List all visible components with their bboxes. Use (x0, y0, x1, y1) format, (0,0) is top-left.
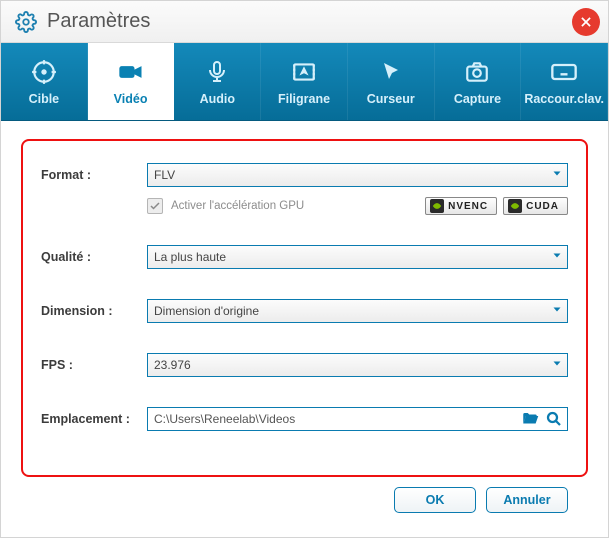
keyboard-icon (550, 58, 578, 86)
tab-target[interactable]: Cible (1, 43, 88, 120)
microphone-icon (205, 58, 229, 86)
titlebar: Paramètres (1, 1, 608, 43)
fps-value: 23.976 (154, 358, 191, 372)
quality-select[interactable]: La plus haute (147, 245, 568, 269)
cursor-icon (379, 58, 403, 86)
camera-icon (464, 58, 490, 86)
video-icon (117, 58, 145, 86)
dimension-value: Dimension d'origine (154, 304, 259, 318)
target-icon (31, 58, 57, 86)
window-title: Paramètres (47, 10, 150, 33)
format-value: FLV (154, 168, 175, 182)
gear-icon (15, 11, 37, 33)
video-settings-group: Format : FLV Activer l'accélération GPU (21, 139, 588, 477)
fps-select[interactable]: 23.976 (147, 353, 568, 377)
tab-video[interactable]: Vidéo (88, 43, 175, 120)
location-path[interactable]: C:\Users\Reneelab\Videos (147, 407, 568, 431)
tab-watermark[interactable]: Filigrane (261, 43, 348, 120)
fps-label: FPS : (41, 358, 141, 372)
quality-label: Qualité : (41, 250, 141, 264)
quality-value: La plus haute (154, 250, 226, 264)
gpu-checkbox[interactable] (147, 198, 163, 214)
watermark-icon (291, 58, 317, 86)
chevron-down-icon (551, 168, 563, 183)
search-icon[interactable] (545, 410, 563, 428)
dimension-label: Dimension : (41, 304, 141, 318)
dialog-footer: OK Annuler (21, 477, 588, 527)
location-label: Emplacement : (41, 412, 141, 426)
open-folder-icon[interactable] (521, 410, 539, 428)
dimension-select[interactable]: Dimension d'origine (147, 299, 568, 323)
nvidia-eye-icon (508, 199, 522, 213)
cuda-badge: CUDA (503, 197, 568, 215)
tab-capture[interactable]: Capture (435, 43, 522, 120)
gpu-label: Activer l'accélération GPU (171, 200, 304, 212)
chevron-down-icon (551, 250, 563, 265)
nvenc-badge: NVENC (425, 197, 497, 215)
tab-strip: Cible Vidéo Audio Filigrane Curseur (1, 43, 608, 121)
chevron-down-icon (551, 358, 563, 373)
settings-window: Paramètres Cible Vidéo Audio (0, 0, 609, 538)
location-value: C:\Users\Reneelab\Videos (154, 412, 295, 426)
tab-cursor[interactable]: Curseur (348, 43, 435, 120)
close-button[interactable] (572, 8, 600, 36)
nvidia-eye-icon (430, 199, 444, 213)
main-panel: Format : FLV Activer l'accélération GPU (1, 121, 608, 537)
ok-button[interactable]: OK (394, 487, 476, 513)
format-label: Format : (41, 168, 141, 182)
chevron-down-icon (551, 304, 563, 319)
tab-audio[interactable]: Audio (174, 43, 261, 120)
format-select[interactable]: FLV (147, 163, 568, 187)
cancel-button[interactable]: Annuler (486, 487, 568, 513)
tab-hotkeys[interactable]: Raccour.clav. (521, 43, 608, 120)
